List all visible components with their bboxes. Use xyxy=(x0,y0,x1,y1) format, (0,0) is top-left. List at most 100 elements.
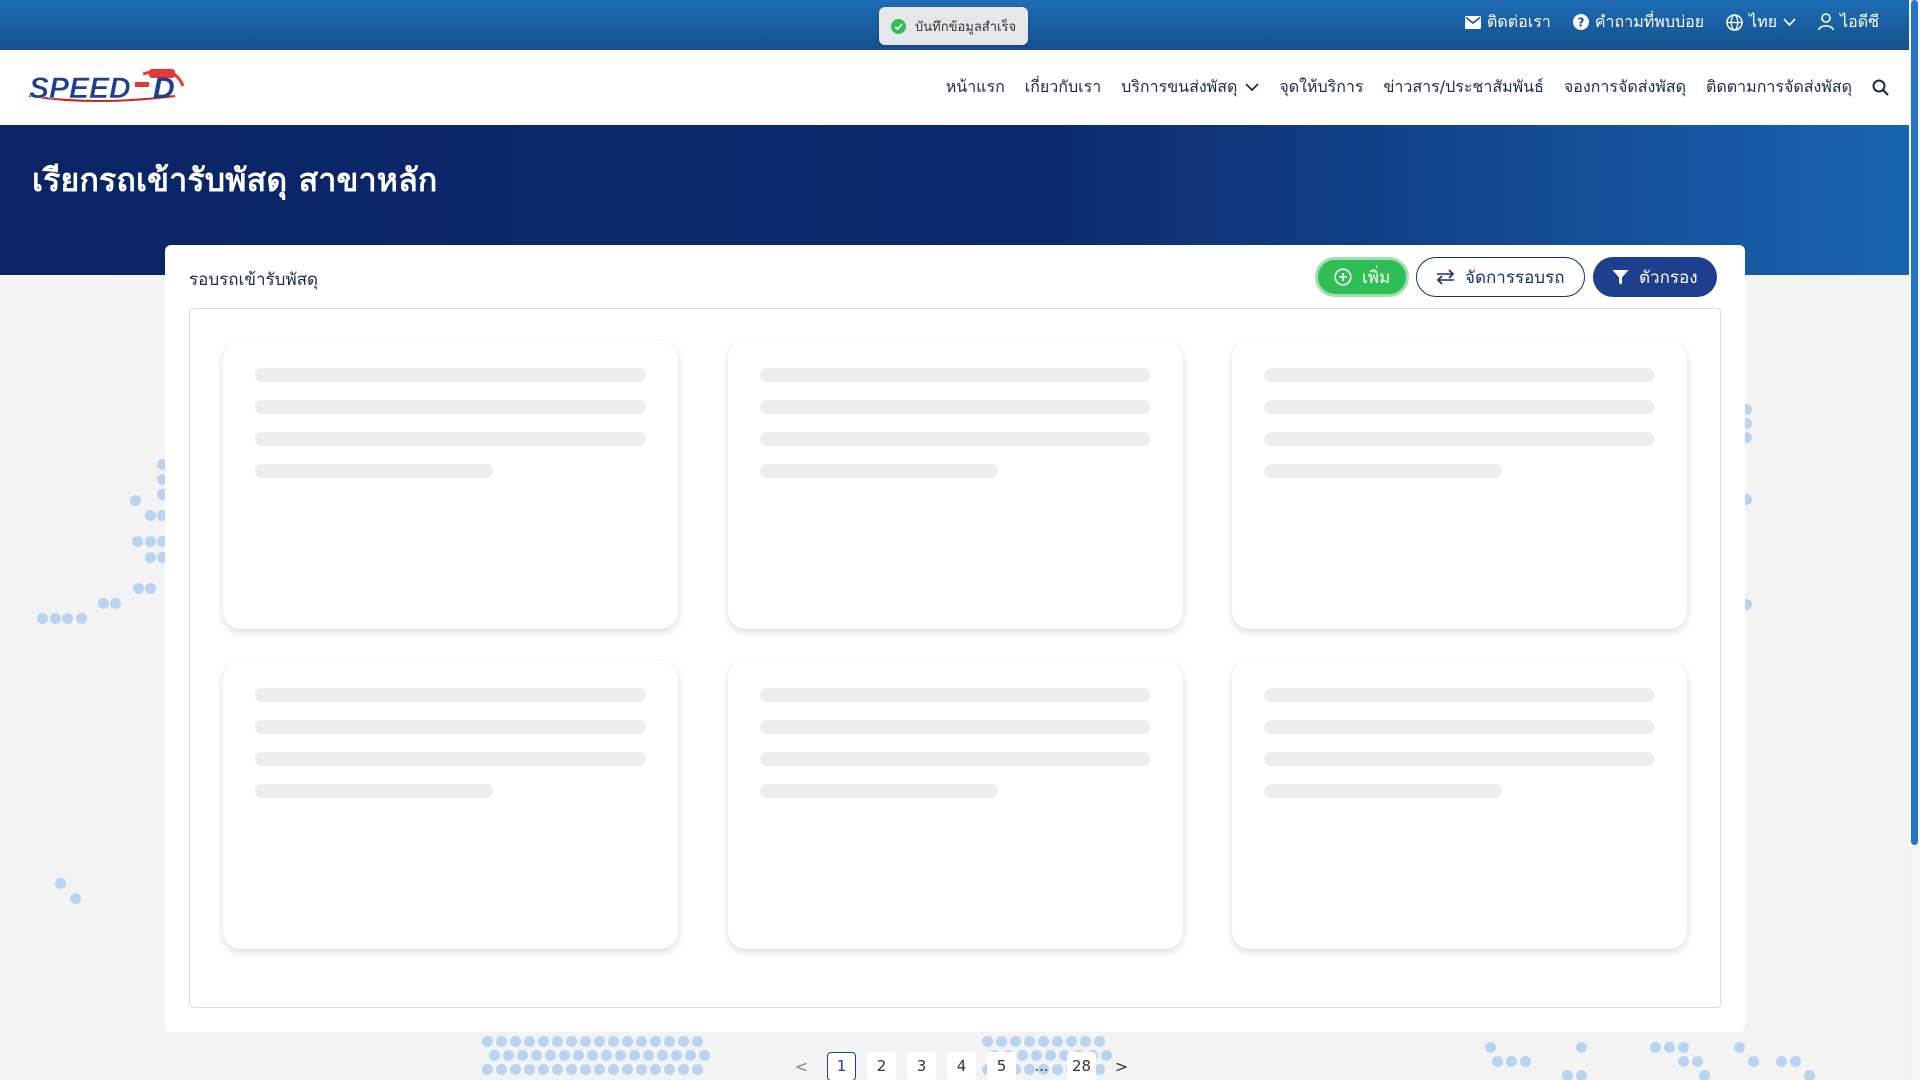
decorative-dot xyxy=(629,1050,640,1061)
decorative-dot xyxy=(608,1064,619,1075)
skeleton-card xyxy=(728,341,1183,629)
decorative-dot xyxy=(566,1036,577,1047)
decorative-dot xyxy=(538,1064,549,1075)
page-button[interactable]: 5 xyxy=(987,1051,1016,1080)
nav-item-news[interactable]: ข่าวสาร/ประชาสัมพันธ์ xyxy=(1383,75,1543,100)
page-button[interactable]: 3 xyxy=(907,1051,936,1080)
decorative-dot xyxy=(1748,1056,1759,1067)
question-icon: ? xyxy=(1572,14,1589,30)
decorative-dot xyxy=(636,1036,647,1047)
decorative-dot xyxy=(545,1050,556,1061)
nav-label: ข่าวสาร/ประชาสัมพันธ์ xyxy=(1383,77,1544,96)
decorative-dot xyxy=(1038,1036,1049,1047)
decorative-dot xyxy=(678,1036,689,1047)
decorative-dot xyxy=(699,1050,710,1061)
decorative-dot xyxy=(50,613,61,624)
manage-rounds-button[interactable]: จัดการรอบรถ xyxy=(1416,257,1585,297)
top-links: ติดต่อเรา ? คำถามที่พบบ่อย ไทย ไอดีซี xyxy=(1465,0,1879,44)
faq-link[interactable]: ? คำถามที่พบบ่อย xyxy=(1572,10,1704,35)
decorative-dot xyxy=(594,1036,605,1047)
skeleton-card xyxy=(223,661,678,949)
decorative-dot xyxy=(657,1050,668,1061)
decorative-dot xyxy=(62,613,73,624)
next-page-button[interactable]: > xyxy=(1107,1052,1136,1080)
decorative-dot xyxy=(692,1036,703,1047)
decorative-dot xyxy=(594,1064,605,1075)
decorative-dot xyxy=(524,1036,535,1047)
speed-d-logo[interactable]: SPEED D xyxy=(25,66,185,108)
decorative-dot xyxy=(615,1050,626,1061)
nav-label: จองการจัดส่งพัสดุ xyxy=(1563,77,1686,96)
search-button[interactable] xyxy=(1872,79,1889,96)
decorative-dot xyxy=(1790,1056,1801,1067)
page-button[interactable]: 1 xyxy=(827,1051,856,1080)
decorative-dot xyxy=(982,1036,993,1047)
decorative-dot xyxy=(622,1036,633,1047)
decorative-dot xyxy=(587,1050,598,1061)
success-toast: บันทึกข้อมูลสำเร็จ xyxy=(879,7,1029,45)
add-button[interactable]: เพิ่ม xyxy=(1315,257,1410,297)
language-selector[interactable]: ไทย xyxy=(1726,10,1796,35)
main-navbar: SPEED D หน้าแรก เกี่ยวกับเรา บริการขนส่ง… xyxy=(0,50,1909,125)
decorative-dot xyxy=(1699,1070,1710,1080)
nav-label: บริการขนส่งพัสดุ xyxy=(1121,77,1238,96)
decorative-dot xyxy=(1804,1070,1815,1080)
chevron-down-icon xyxy=(1245,83,1259,92)
decorative-dot xyxy=(496,1036,507,1047)
page-button[interactable]: 2 xyxy=(867,1051,896,1080)
decorative-dot xyxy=(692,1064,703,1075)
scrollbar-thumb[interactable] xyxy=(1911,0,1918,845)
decorative-dot xyxy=(996,1036,1007,1047)
decorative-dot xyxy=(1485,1042,1496,1053)
decorative-dot xyxy=(145,536,156,547)
page-title: เรียกรถเข้ารับพัสดุ สาขาหลัก xyxy=(32,161,438,199)
skeleton-card xyxy=(223,341,678,629)
pickup-rounds-panel: รอบรถเข้ารับพัสดุ เพิ่ม จัดการรอบรถ ตัวก… xyxy=(165,245,1745,1032)
manage-label: จัดการรอบรถ xyxy=(1465,267,1565,288)
filter-icon xyxy=(1612,269,1629,284)
decorative-dot xyxy=(608,1036,619,1047)
decorative-dot xyxy=(552,1064,563,1075)
decorative-dot xyxy=(643,1050,654,1061)
user-label: ไอดีซี xyxy=(1840,11,1879,31)
nav-label: จุดให้บริการ xyxy=(1279,77,1364,96)
decorative-dot xyxy=(664,1036,675,1047)
decorative-dot xyxy=(70,893,81,904)
nav-item-home[interactable]: หน้าแรก xyxy=(946,75,1005,100)
decorative-dot xyxy=(145,552,156,563)
decorative-dot xyxy=(1692,1056,1703,1067)
nav-item-about[interactable]: เกี่ยวกับเรา xyxy=(1025,75,1101,100)
add-label: เพิ่ม xyxy=(1362,267,1391,288)
decorative-dot xyxy=(1678,1042,1689,1053)
decorative-dot xyxy=(1010,1036,1021,1047)
swap-arrows-icon xyxy=(1436,269,1455,285)
page-button[interactable]: 4 xyxy=(947,1051,976,1080)
decorative-dot xyxy=(1576,1042,1587,1053)
prev-page-button[interactable]: < xyxy=(787,1052,816,1080)
decorative-dot xyxy=(130,495,141,506)
vertical-scrollbar[interactable] xyxy=(1909,0,1920,1080)
decorative-dot xyxy=(678,1064,689,1075)
user-menu[interactable]: ไอดีซี xyxy=(1818,10,1879,35)
nav-item-services[interactable]: บริการขนส่งพัสดุ xyxy=(1121,75,1259,100)
nav-item-service-points[interactable]: จุดให้บริการ xyxy=(1279,75,1363,100)
skeleton-card xyxy=(1232,661,1687,949)
nav-item-booking[interactable]: จองการจัดส่งพัสดุ xyxy=(1564,75,1686,100)
decorative-dot xyxy=(496,1064,507,1075)
skeleton-card xyxy=(728,661,1183,949)
contact-link[interactable]: ติดต่อเรา xyxy=(1465,10,1551,35)
decorative-dot xyxy=(685,1050,696,1061)
filter-button[interactable]: ตัวกรอง xyxy=(1593,257,1717,297)
decorative-dot xyxy=(552,1036,563,1047)
decorative-dot xyxy=(1664,1042,1675,1053)
decorative-dot xyxy=(524,1064,535,1075)
filter-label: ตัวกรอง xyxy=(1639,267,1698,288)
decorative-dot xyxy=(133,583,144,594)
nav-label: เกี่ยวกับเรา xyxy=(1024,77,1102,96)
decorative-dot xyxy=(671,1050,682,1061)
decorative-dot xyxy=(601,1050,612,1061)
page-button[interactable]: 28 xyxy=(1067,1051,1096,1080)
language-label: ไทย xyxy=(1749,11,1778,31)
decorative-dot xyxy=(517,1050,528,1061)
nav-item-tracking[interactable]: ติดตามการจัดส่งพัสดุ xyxy=(1706,75,1852,100)
